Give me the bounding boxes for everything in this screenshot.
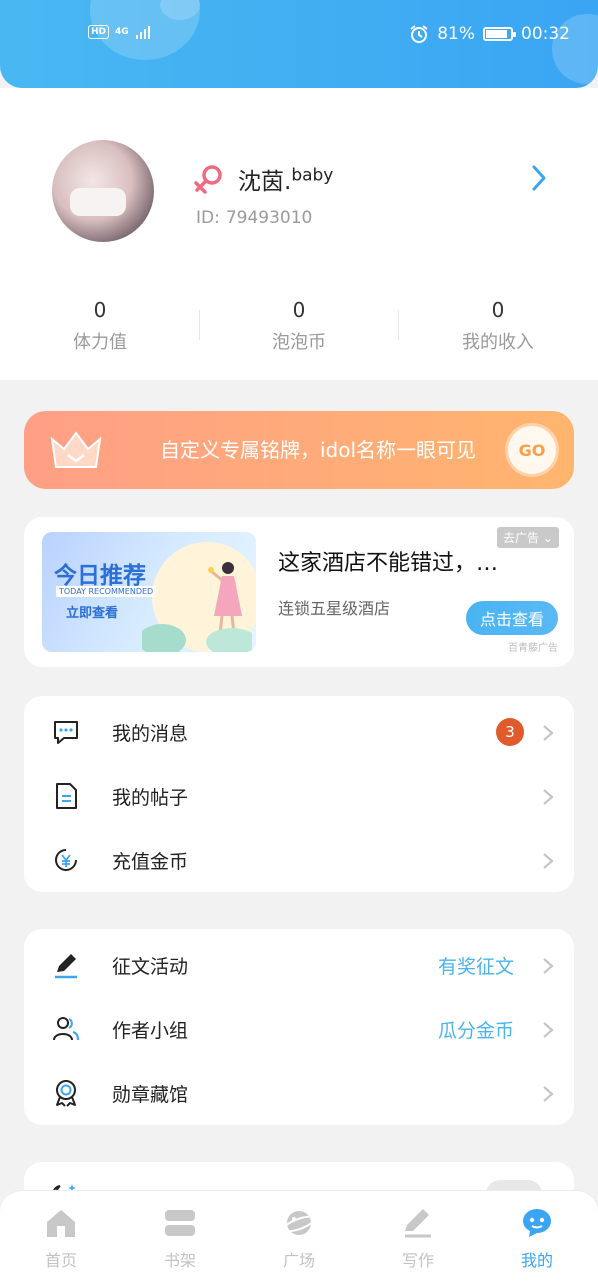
users-icon xyxy=(53,1017,79,1041)
menu-item-my-posts[interactable]: 我的帖子 xyxy=(24,764,574,828)
user-id-label: ID: xyxy=(196,208,220,228)
menu-group-account: 我的消息 3 我的帖子 充值金币 xyxy=(24,696,574,892)
menu-item-label: 我的帖子 xyxy=(112,787,189,809)
ad-image-title: 今日推荐 xyxy=(54,563,146,589)
stat-value: 0 xyxy=(292,298,306,322)
planet-icon xyxy=(282,1211,316,1235)
home-icon xyxy=(47,1210,75,1237)
menu-item-label: 征文活动 xyxy=(112,956,189,978)
ad-image[interactable]: 今日推荐 TODAY RECOMMENDED 立即查看 xyxy=(42,532,256,652)
ad-source: 百青藤广告 xyxy=(508,643,558,654)
stat-label: 泡泡币 xyxy=(272,332,326,353)
chevron-right-icon xyxy=(543,1022,554,1038)
ad-image-subtitle: TODAY RECOMMENDED xyxy=(56,586,157,597)
stat-value: 0 xyxy=(491,298,505,322)
unread-count-badge: 3 xyxy=(496,718,524,746)
chevron-right-icon xyxy=(543,725,554,741)
stat-value: 0 xyxy=(93,298,107,322)
remove-ad-button[interactable]: 去广告 ⌄ xyxy=(497,527,559,548)
tab-mine[interactable]: 我的 xyxy=(497,1207,577,1271)
ad-image-button: 立即查看 xyxy=(66,606,119,621)
crown-icon xyxy=(50,431,102,468)
chevron-right-icon xyxy=(543,1086,554,1102)
female-gender-icon xyxy=(194,165,222,194)
menu-group-community: 征文活动 有奖征文 作者小组 瓜分金币 勋章藏馆 xyxy=(24,929,574,1125)
tab-label: 首页 xyxy=(44,1251,77,1270)
tab-label: 写作 xyxy=(401,1251,434,1270)
avatar[interactable] xyxy=(52,140,154,242)
avatar-mask-detail xyxy=(70,188,126,216)
stat-label: 我的收入 xyxy=(462,332,534,353)
battery-icon xyxy=(483,27,516,41)
status-bar-left: HD 4G xyxy=(88,24,151,40)
menu-item-extra: 瓜分金币 xyxy=(437,1020,514,1042)
yuan-coin-icon xyxy=(55,849,77,871)
network-label: 4G xyxy=(115,27,129,37)
alarm-icon xyxy=(410,25,428,43)
stat-income[interactable]: 0 我的收入 xyxy=(398,298,598,354)
user-name-suffix: baby xyxy=(291,165,334,186)
hd-icon: HD xyxy=(88,25,110,39)
menu-item-label: 我的消息 xyxy=(112,723,189,745)
ad-description: 连锁五星级酒店 xyxy=(278,599,391,618)
stat-bubble-coins[interactable]: 0 泡泡币 xyxy=(199,298,399,354)
menu-item-extra: 有奖征文 xyxy=(437,956,514,978)
profile-chevron-right-icon[interactable] xyxy=(528,164,550,192)
go-button[interactable]: GO xyxy=(508,426,556,474)
chevron-right-icon xyxy=(543,853,554,869)
signal-icon xyxy=(135,26,150,39)
bottom-tab-bar: 首页 书架 广场 写作 我的 xyxy=(0,1190,598,1281)
menu-item-messages[interactable]: 我的消息 3 xyxy=(24,700,574,764)
status-bar-right: 81% 00:32 xyxy=(409,24,570,44)
bushes-illustration xyxy=(142,624,252,652)
user-id-value: 79493010 xyxy=(225,208,313,228)
profile-bubble-icon xyxy=(523,1209,551,1237)
user-name[interactable]: 沈茵.baby xyxy=(238,162,333,196)
tab-write[interactable]: 写作 xyxy=(378,1207,458,1271)
ad-cta-button[interactable]: 点击查看 xyxy=(466,601,558,635)
user-name-main: 沈茵. xyxy=(238,169,292,195)
tab-label: 书架 xyxy=(163,1251,196,1270)
menu-item-essay-contest[interactable]: 征文活动 有奖征文 xyxy=(24,933,574,997)
stat-label: 体力值 xyxy=(73,332,127,353)
user-id-row: ID: 79493010 xyxy=(196,208,312,228)
chevron-down-icon: ⌄ xyxy=(542,531,553,545)
header-background xyxy=(0,0,598,88)
tab-label: 我的 xyxy=(520,1251,553,1270)
bookshelf-icon xyxy=(165,1210,195,1236)
banner-text: 自定义专属铭牌，idol名称一眼可见 xyxy=(159,438,477,462)
menu-item-author-group[interactable]: 作者小组 瓜分金币 xyxy=(24,997,574,1061)
ad-title: 这家酒店不能错过，… xyxy=(278,551,499,576)
nameplate-banner[interactable]: 自定义专属铭牌，idol名称一眼可见 GO xyxy=(24,411,574,489)
chevron-right-icon xyxy=(543,958,554,974)
document-icon xyxy=(56,783,77,809)
chevron-right-icon xyxy=(543,789,554,805)
tab-label: 广场 xyxy=(282,1251,315,1270)
ad-card[interactable]: 今日推荐 TODAY RECOMMENDED 立即查看 这家酒店不能错过，… 连… xyxy=(24,517,574,667)
battery-percent: 81% xyxy=(437,24,475,44)
battery-level xyxy=(486,30,508,38)
tab-bookshelf[interactable]: 书架 xyxy=(140,1207,220,1271)
remove-ad-label: 去广告 xyxy=(503,531,540,545)
tab-home[interactable]: 首页 xyxy=(21,1207,101,1271)
pen-icon xyxy=(55,954,77,979)
menu-item-label: 勋章藏馆 xyxy=(112,1084,189,1106)
medal-icon xyxy=(56,1080,76,1107)
stat-stamina[interactable]: 0 体力值 xyxy=(0,298,200,354)
menu-item-recharge[interactable]: 充值金币 xyxy=(24,828,574,892)
status-time: 00:32 xyxy=(521,24,570,44)
menu-item-label: 作者小组 xyxy=(112,1020,189,1042)
write-icon xyxy=(405,1209,431,1238)
menu-item-medal-hall[interactable]: 勋章藏馆 xyxy=(24,1061,574,1125)
menu-item-label: 充值金币 xyxy=(112,851,189,873)
tab-plaza[interactable]: 广场 xyxy=(259,1207,339,1271)
message-icon xyxy=(54,721,78,744)
